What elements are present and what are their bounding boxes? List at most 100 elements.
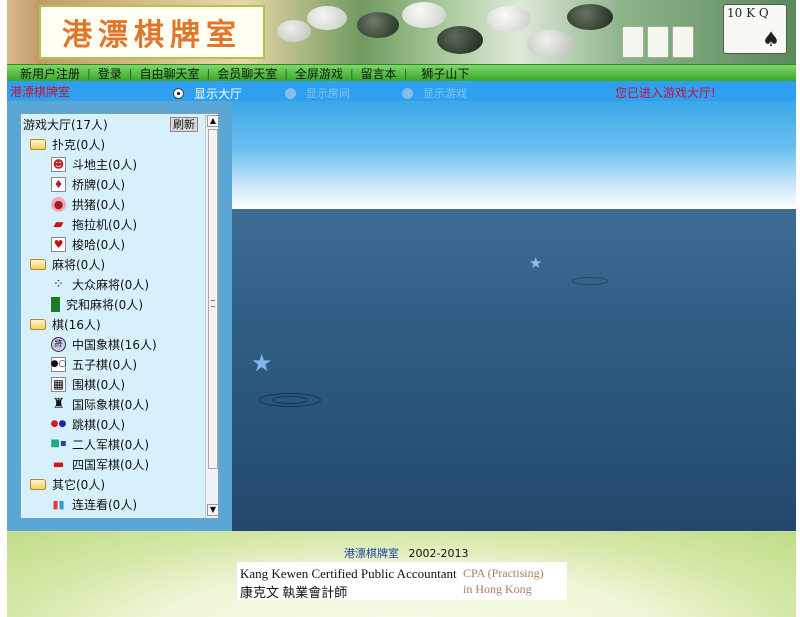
game-label: 拖拉机(0人) [72,217,137,232]
go-stone-icon [357,12,399,38]
tree-game-checkers[interactable]: ● ● 跳棋(0人) [21,414,205,434]
go-stone-icon [277,20,311,42]
logo-text: 港漂棋牌室 [62,18,242,53]
army-chess-icon: ■ ▪ [50,438,67,449]
room-name: 港漂棋牌室 [10,85,71,99]
folder-icon [30,138,46,150]
tree-category-poker[interactable]: 扑克(0人) [21,134,205,154]
nav-register[interactable]: 新用户注册 [13,65,87,82]
scroll-thumb[interactable] [208,129,218,469]
nav-member-chat[interactable]: 会员聊天室 [210,65,284,82]
tree-category-chess[interactable]: 棋(16人) [21,314,205,334]
game-label: 梭哈(0人) [72,237,125,252]
site-logo[interactable]: 港漂棋牌室 [39,5,265,59]
radio-dot [402,87,413,99]
tractor-icon: ▰ [53,216,64,232]
game-label: 围棋(0人) [72,377,125,392]
tree-scrollbar[interactable]: ▲ ▼ [205,114,218,518]
category-label: 扑克(0人) [52,137,105,152]
four-nation-chess-icon: ▬ [52,457,65,471]
tree-game-four-nation-army-chess[interactable]: ▬ 四国军棋(0人) [21,454,205,474]
cpa-qualification: CPA (Practising) [463,566,544,580]
radio-dot [173,88,184,99]
game-label: 二人军棋(0人) [72,437,149,452]
mahjong-tile-icon [672,26,694,58]
scroll-down-arrow-icon[interactable]: ▼ [207,504,218,516]
lobby-header[interactable]: 游戏大厅(17人) [23,116,108,133]
tree-game-tractor[interactable]: ▰ 拖拉机(0人) [21,214,205,234]
tree-game-xiangqi[interactable]: 將 中国象棋(16人) [21,334,205,354]
go-stone-icon [527,30,575,58]
refresh-button[interactable]: 刷新 [170,117,198,132]
game-display-area[interactable]: ★ ★ [232,101,796,531]
tree-game-public-mahjong[interactable]: ⁘ 大众麻将(0人) [21,274,205,294]
tree-game-lianliankan[interactable]: ▮ ▮ 连连看(0人) [21,494,205,514]
radio-dot [285,87,296,99]
nav-free-chat[interactable]: 自由聊天室 [132,65,206,82]
game-label: 五子棋(0人) [72,357,137,372]
cpa-name-chinese: 康克文 執業會計師 [240,585,348,600]
nav-login[interactable]: 登录 [91,65,129,82]
tree-game-gomoku[interactable]: ●○ 五子棋(0人) [21,354,205,374]
tree-category-other[interactable]: 其它(0人) [21,474,205,494]
ripple-decoration [572,277,608,285]
radio-show-room[interactable]: 显示房间 [285,85,350,101]
star-icon: ★ [529,254,543,272]
tree-game-two-player-army-chess[interactable]: ■ ▪ 二人军棋(0人) [21,434,205,454]
tree-game-jiuhe-mahjong[interactable]: 究和麻将(0人) [21,294,205,314]
tree-game-chess[interactable]: ♜ 国际象棋(0人) [21,394,205,414]
radio-show-game[interactable]: 显示游戏 [402,85,467,101]
card-text: 10 K Q [727,6,769,20]
tree-game-go[interactable]: ▦ 围棋(0人) [21,374,205,394]
tree-game-bridge[interactable]: ♦ 桥牌(0人) [21,174,205,194]
go-stone-icon [437,26,483,54]
star-icon: ★ [251,349,273,377]
game-label: 斗地主(0人) [72,157,137,172]
game-label: 桥牌(0人) [72,177,125,192]
footer-years: 2002-2013 [408,547,469,560]
game-label: 拱猪(0人) [72,197,125,212]
sky-background [232,101,796,209]
tree-game-showhand[interactable]: ♥ 梭哈(0人) [21,234,205,254]
chess-rook-icon: ♜ [52,396,65,412]
go-board-icon: ▦ [51,376,66,392]
mahjong-tile-icon [51,296,60,312]
main-nav: 新用户注册 | 登录 | 自由聊天室 | 会员聊天室 | 全屏游戏 | 留言本 … [7,64,796,81]
go-stone-icon [307,6,347,30]
folder-icon [30,478,46,490]
radio-show-lobby[interactable]: 显示大厅 [173,85,242,102]
showhand-cards-icon: ♥ [51,236,66,252]
footer-site-name[interactable]: 港漂棋牌室 [344,547,399,560]
lobby-panel: 游戏大厅(17人) 刷新 扑克(0人) ☻ 斗地主(0人) ♦ 桥牌(0人) ● [7,101,232,531]
lianliankan-icon: ▮ ▮ [52,497,65,511]
gomoku-icon: ●○ [51,356,66,372]
scroll-up-arrow-icon[interactable]: ▲ [207,115,218,127]
playing-card-icon: 10 K Q ♠ [723,4,787,54]
tree-list: 扑克(0人) ☻ 斗地主(0人) ♦ 桥牌(0人) ● 拱猪(0人) ▰ 拖拉机… [21,134,205,514]
tree-game-doudizhu[interactable]: ☻ 斗地主(0人) [21,154,205,174]
mahjong-tile-icon [622,26,644,58]
tree-category-mahjong[interactable]: 麻将(0人) [21,254,205,274]
banner: 港漂棋牌室 10 K Q ♠ [7,0,796,64]
cpa-name-english: Kang Kewen Certified Public Accountant [240,566,457,581]
game-label: 中国象棋(16人) [72,337,157,352]
cpa-advertisement[interactable]: Kang Kewen Certified Public Accountant 康… [237,562,567,600]
game-label: 连连看(0人) [72,497,137,512]
radio-label: 显示房间 [306,87,350,100]
sea-background [232,209,796,531]
mode-bar: 港漂棋牌室 显示大厅 显示房间 显示游戏 您已进入游戏大厅! [7,81,796,101]
copyright: 港漂棋牌室 2002-2013 [344,545,468,561]
game-label: 国际象棋(0人) [72,397,149,412]
nav-fullscreen-game[interactable]: 全屏游戏 [288,65,350,82]
nav-lion-rock[interactable]: 狮子山下 [407,65,476,82]
dice-dots-icon: ⁘ [53,276,64,292]
ripple-decoration [272,396,308,404]
go-stone-icon [402,2,446,28]
status-message: 您已进入游戏大厅! [615,86,716,100]
game-label: 四国军棋(0人) [72,457,149,472]
tree-game-gongzhu[interactable]: ● 拱猪(0人) [21,194,205,214]
go-stone-icon [487,6,531,32]
mahjong-tile-icon [647,26,669,58]
nav-guestbook[interactable]: 留言本 [354,65,404,82]
game-label: 究和麻将(0人) [66,297,143,312]
